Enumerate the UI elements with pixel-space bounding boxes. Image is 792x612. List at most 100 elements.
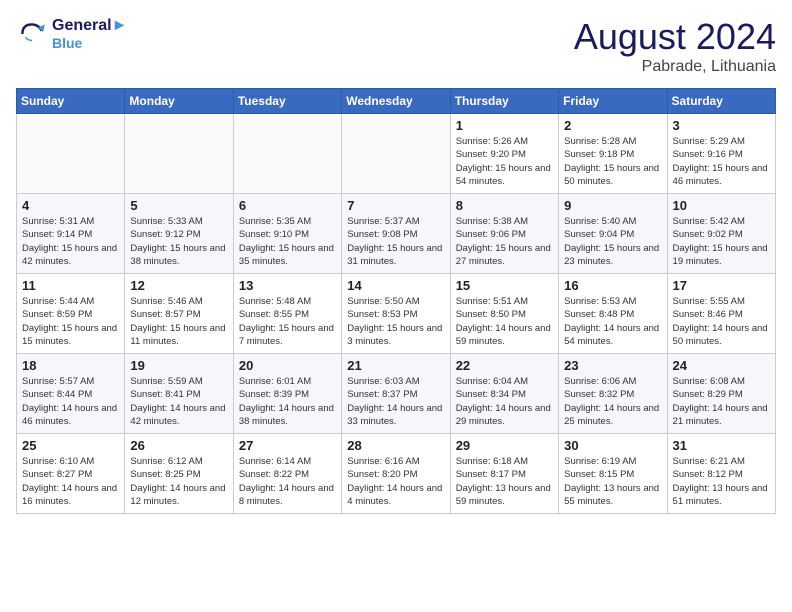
cell-content: Sunrise: 5:33 AM Sunset: 9:12 PM Dayligh… (130, 215, 227, 268)
table-row: 14 Sunrise: 5:50 AM Sunset: 8:53 PM Dayli… (342, 274, 450, 354)
table-row: 24 Sunrise: 6:08 AM Sunset: 8:29 PM Dayli… (667, 354, 775, 434)
cell-content: Sunrise: 6:08 AM Sunset: 8:29 PM Dayligh… (673, 375, 770, 428)
day-number: 17 (673, 278, 770, 293)
header-saturday: Saturday (667, 89, 775, 114)
day-number: 20 (239, 358, 336, 373)
cell-content: Sunrise: 5:48 AM Sunset: 8:55 PM Dayligh… (239, 295, 336, 348)
day-number: 13 (239, 278, 336, 293)
day-number: 8 (456, 198, 553, 213)
day-number: 24 (673, 358, 770, 373)
table-row: 23Sunrise: 6:06 AM Sunset: 8:32 PM Dayli… (559, 354, 667, 434)
table-row: 20 Sunrise: 6:01 AM Sunset: 8:39 PM Dayli… (233, 354, 341, 434)
cell-content: Sunrise: 6:03 AM Sunset: 8:37 PM Dayligh… (347, 375, 444, 428)
cell-content: Sunrise: 5:55 AM Sunset: 8:46 PM Dayligh… (673, 295, 770, 348)
table-row: 9 Sunrise: 5:40 AM Sunset: 9:04 PM Daylig… (559, 194, 667, 274)
day-number: 12 (130, 278, 227, 293)
logo-text: General► Blue (52, 16, 127, 52)
table-row: 11Sunrise: 5:44 AM Sunset: 8:59 PM Dayli… (17, 274, 125, 354)
cell-content: Sunrise: 5:44 AM Sunset: 8:59 PM Dayligh… (22, 295, 119, 348)
table-row: 30 Sunrise: 6:19 AM Sunset: 8:15 PM Dayli… (559, 434, 667, 514)
header-wednesday: Wednesday (342, 89, 450, 114)
table-row: 28 Sunrise: 6:16 AM Sunset: 8:20 PM Dayli… (342, 434, 450, 514)
cell-content: Sunrise: 6:16 AM Sunset: 8:20 PM Dayligh… (347, 455, 444, 508)
cell-content: Sunrise: 5:29 AM Sunset: 9:16 PM Dayligh… (673, 135, 770, 188)
calendar-week-row: 11Sunrise: 5:44 AM Sunset: 8:59 PM Dayli… (17, 274, 776, 354)
day-number: 26 (130, 438, 227, 453)
day-number: 10 (673, 198, 770, 213)
table-row: 31 Sunrise: 6:21 AM Sunset: 8:12 PM Dayli… (667, 434, 775, 514)
calendar-title: August 2024 (574, 16, 776, 58)
cell-content: Sunrise: 5:53 AM Sunset: 8:48 PM Dayligh… (564, 295, 661, 348)
calendar-week-row: 1Sunrise: 5:26 AM Sunset: 9:20 PM Daylig… (17, 114, 776, 194)
table-row: 22 Sunrise: 6:04 AM Sunset: 8:34 PM Dayli… (450, 354, 558, 434)
cell-content: Sunrise: 6:06 AM Sunset: 8:32 PM Dayligh… (564, 375, 661, 428)
calendar-table: Sunday Monday Tuesday Wednesday Thursday… (16, 88, 776, 514)
table-row: 12 Sunrise: 5:46 AM Sunset: 8:57 PM Dayli… (125, 274, 233, 354)
day-number: 15 (456, 278, 553, 293)
day-number: 14 (347, 278, 444, 293)
cell-content: Sunrise: 5:35 AM Sunset: 9:10 PM Dayligh… (239, 215, 336, 268)
table-row (17, 114, 125, 194)
table-row: 13 Sunrise: 5:48 AM Sunset: 8:55 PM Dayli… (233, 274, 341, 354)
cell-content: Sunrise: 5:26 AM Sunset: 9:20 PM Dayligh… (456, 135, 553, 188)
cell-content: Sunrise: 5:46 AM Sunset: 8:57 PM Dayligh… (130, 295, 227, 348)
cell-content: Sunrise: 6:04 AM Sunset: 8:34 PM Dayligh… (456, 375, 553, 428)
day-number: 29 (456, 438, 553, 453)
table-row (233, 114, 341, 194)
day-number: 22 (456, 358, 553, 373)
day-number: 7 (347, 198, 444, 213)
calendar-week-row: 18Sunrise: 5:57 AM Sunset: 8:44 PM Dayli… (17, 354, 776, 434)
day-number: 30 (564, 438, 661, 453)
table-row: 15 Sunrise: 5:51 AM Sunset: 8:50 PM Dayli… (450, 274, 558, 354)
cell-content: Sunrise: 5:57 AM Sunset: 8:44 PM Dayligh… (22, 375, 119, 428)
day-number: 3 (673, 118, 770, 133)
day-number: 9 (564, 198, 661, 213)
cell-content: Sunrise: 5:40 AM Sunset: 9:04 PM Dayligh… (564, 215, 661, 268)
table-row: 19Sunrise: 5:59 AM Sunset: 8:41 PM Dayli… (125, 354, 233, 434)
day-number: 27 (239, 438, 336, 453)
cell-content: Sunrise: 6:21 AM Sunset: 8:12 PM Dayligh… (673, 455, 770, 508)
header-thursday: Thursday (450, 89, 558, 114)
table-row (342, 114, 450, 194)
cell-content: Sunrise: 5:42 AM Sunset: 9:02 PM Dayligh… (673, 215, 770, 268)
day-number: 25 (22, 438, 119, 453)
day-number: 6 (239, 198, 336, 213)
table-row: 3 Sunrise: 5:29 AM Sunset: 9:16 PM Daylig… (667, 114, 775, 194)
table-row: 8Sunrise: 5:38 AM Sunset: 9:06 PM Daylig… (450, 194, 558, 274)
table-row: 1Sunrise: 5:26 AM Sunset: 9:20 PM Daylig… (450, 114, 558, 194)
weekday-header-row: Sunday Monday Tuesday Wednesday Thursday… (17, 89, 776, 114)
day-number: 28 (347, 438, 444, 453)
calendar-week-row: 4Sunrise: 5:31 AM Sunset: 9:14 PM Daylig… (17, 194, 776, 274)
cell-content: Sunrise: 6:01 AM Sunset: 8:39 PM Dayligh… (239, 375, 336, 428)
table-row: 18Sunrise: 5:57 AM Sunset: 8:44 PM Dayli… (17, 354, 125, 434)
table-row: 25 Sunrise: 6:10 AM Sunset: 8:27 PM Dayli… (17, 434, 125, 514)
logo: General► Blue (16, 16, 127, 52)
cell-content: Sunrise: 6:12 AM Sunset: 8:25 PM Dayligh… (130, 455, 227, 508)
table-row: 7 Sunrise: 5:37 AM Sunset: 9:08 PM Daylig… (342, 194, 450, 274)
cell-content: Sunrise: 5:37 AM Sunset: 9:08 PM Dayligh… (347, 215, 444, 268)
cell-content: Sunrise: 5:51 AM Sunset: 8:50 PM Dayligh… (456, 295, 553, 348)
cell-content: Sunrise: 5:28 AM Sunset: 9:18 PM Dayligh… (564, 135, 661, 188)
table-row (125, 114, 233, 194)
cell-content: Sunrise: 6:14 AM Sunset: 8:22 PM Dayligh… (239, 455, 336, 508)
table-row: 27 Sunrise: 6:14 AM Sunset: 8:22 PM Dayli… (233, 434, 341, 514)
table-row: 2 Sunrise: 5:28 AM Sunset: 9:18 PM Daylig… (559, 114, 667, 194)
cell-content: Sunrise: 6:10 AM Sunset: 8:27 PM Dayligh… (22, 455, 119, 508)
day-number: 2 (564, 118, 661, 133)
day-number: 21 (347, 358, 444, 373)
header-monday: Monday (125, 89, 233, 114)
header-friday: Friday (559, 89, 667, 114)
table-row: 17 Sunrise: 5:55 AM Sunset: 8:46 PM Dayli… (667, 274, 775, 354)
calendar-subtitle: Pabrade, Lithuania (574, 58, 776, 76)
table-row: 16Sunrise: 5:53 AM Sunset: 8:48 PM Dayli… (559, 274, 667, 354)
day-number: 31 (673, 438, 770, 453)
header-sunday: Sunday (17, 89, 125, 114)
header-tuesday: Tuesday (233, 89, 341, 114)
title-block: August 2024 Pabrade, Lithuania (574, 16, 776, 76)
cell-content: Sunrise: 5:31 AM Sunset: 9:14 PM Dayligh… (22, 215, 119, 268)
table-row: 29Sunrise: 6:18 AM Sunset: 8:17 PM Dayli… (450, 434, 558, 514)
logo-icon (16, 18, 48, 50)
day-number: 5 (130, 198, 227, 213)
cell-content: Sunrise: 5:50 AM Sunset: 8:53 PM Dayligh… (347, 295, 444, 348)
cell-content: Sunrise: 6:19 AM Sunset: 8:15 PM Dayligh… (564, 455, 661, 508)
